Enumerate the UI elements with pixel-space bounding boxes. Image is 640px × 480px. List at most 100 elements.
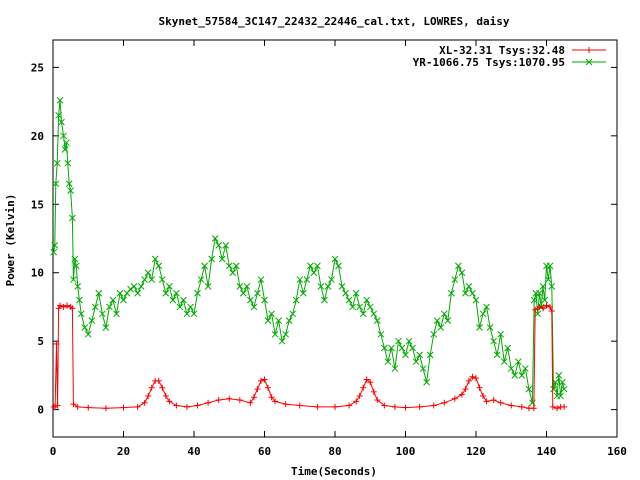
x-tick-label: 0 (50, 445, 57, 458)
data-point (346, 402, 353, 409)
data-point (239, 289, 247, 297)
data-point (137, 283, 145, 290)
legend-sample-yr (572, 58, 606, 66)
x-tick-label: 160 (607, 445, 627, 458)
data-point (158, 276, 166, 283)
data-point (130, 283, 138, 290)
data-point (324, 283, 332, 290)
legend-label-yr: YR-1066.75 Tsys:1070.95 (413, 56, 565, 69)
data-point (173, 402, 180, 409)
power-vs-time-chart: Skynet_57584_3C147_22432_22446_cal.txt, … (4, 15, 627, 478)
x-tick-label: 20 (117, 445, 130, 458)
data-point (441, 399, 448, 406)
data-point (91, 303, 99, 311)
data-point (289, 310, 297, 318)
x-axis-label: Time(Seconds) (291, 465, 377, 478)
data-point (306, 262, 314, 270)
series-0 (50, 302, 568, 412)
data-point (299, 289, 307, 297)
x-tick-label: 120 (466, 445, 486, 458)
y-tick-label: 0 (37, 404, 44, 417)
y-tick-label: 10 (31, 267, 44, 280)
data-point (155, 377, 162, 384)
data-point (310, 269, 318, 277)
data-point (377, 330, 385, 338)
data-point (166, 398, 173, 405)
data-point (155, 262, 163, 270)
y-axis-label: Power (Kelvin) (4, 194, 17, 287)
data-point (391, 403, 398, 410)
data-point (353, 398, 360, 405)
data-point (451, 395, 458, 402)
data-point (145, 392, 152, 399)
data-point (479, 310, 487, 318)
data-point (254, 386, 261, 393)
data-point (363, 296, 371, 304)
data-point (247, 399, 254, 406)
data-point (366, 303, 374, 311)
data-point (405, 337, 413, 345)
data-point (265, 384, 272, 391)
data-point (120, 296, 127, 304)
data-point (261, 376, 268, 383)
data-point (473, 375, 479, 382)
data-point (314, 403, 321, 410)
data-point (356, 392, 363, 399)
data-point (370, 310, 378, 318)
data-point (373, 317, 381, 324)
data-point (359, 310, 367, 318)
x-tick-label: 80 (328, 445, 341, 458)
data-point (215, 397, 222, 404)
data-point (218, 255, 226, 263)
data-point (518, 372, 526, 379)
series-1 (50, 96, 568, 407)
data-point (514, 358, 522, 366)
data-point (85, 404, 92, 411)
data-point (433, 317, 441, 324)
series-layer (50, 96, 568, 412)
data-point (229, 269, 237, 277)
data-point (332, 403, 338, 410)
data-point (257, 377, 264, 384)
data-point (169, 296, 177, 304)
y-tick-label: 5 (37, 335, 44, 348)
data-point (127, 285, 134, 293)
data-point (194, 402, 201, 409)
data-point (183, 310, 191, 318)
data-point (70, 401, 77, 408)
data-point (554, 405, 561, 412)
chart-title: Skynet_57584_3C147_22432_22446_cal.txt, … (159, 15, 510, 28)
data-point (402, 351, 409, 359)
data-point (148, 384, 155, 391)
data-point (134, 289, 141, 297)
data-point (173, 289, 180, 297)
data-point (215, 241, 223, 249)
data-point (84, 330, 92, 338)
data-point (81, 324, 89, 331)
data-point (162, 392, 169, 399)
data-point (561, 403, 568, 410)
data-point (549, 403, 556, 410)
data-point (60, 303, 67, 310)
legend-marker (586, 47, 592, 53)
data-point (134, 403, 141, 410)
data-point (480, 392, 487, 399)
data-point (162, 289, 170, 297)
data-point (437, 324, 445, 331)
data-point (465, 283, 473, 290)
data-point (511, 372, 519, 379)
data-point (303, 276, 311, 283)
x-tick-label: 140 (537, 445, 557, 458)
y-tick-label: 15 (31, 198, 44, 211)
data-point (57, 302, 64, 309)
data-point (187, 303, 194, 311)
data-point (398, 344, 406, 352)
data-point (483, 398, 490, 405)
data-point (141, 276, 149, 283)
data-point (296, 402, 303, 409)
data-point (430, 402, 437, 409)
data-point (356, 303, 364, 311)
data-point (285, 317, 293, 324)
data-point (64, 302, 71, 309)
x-tick-label: 100 (396, 445, 416, 458)
